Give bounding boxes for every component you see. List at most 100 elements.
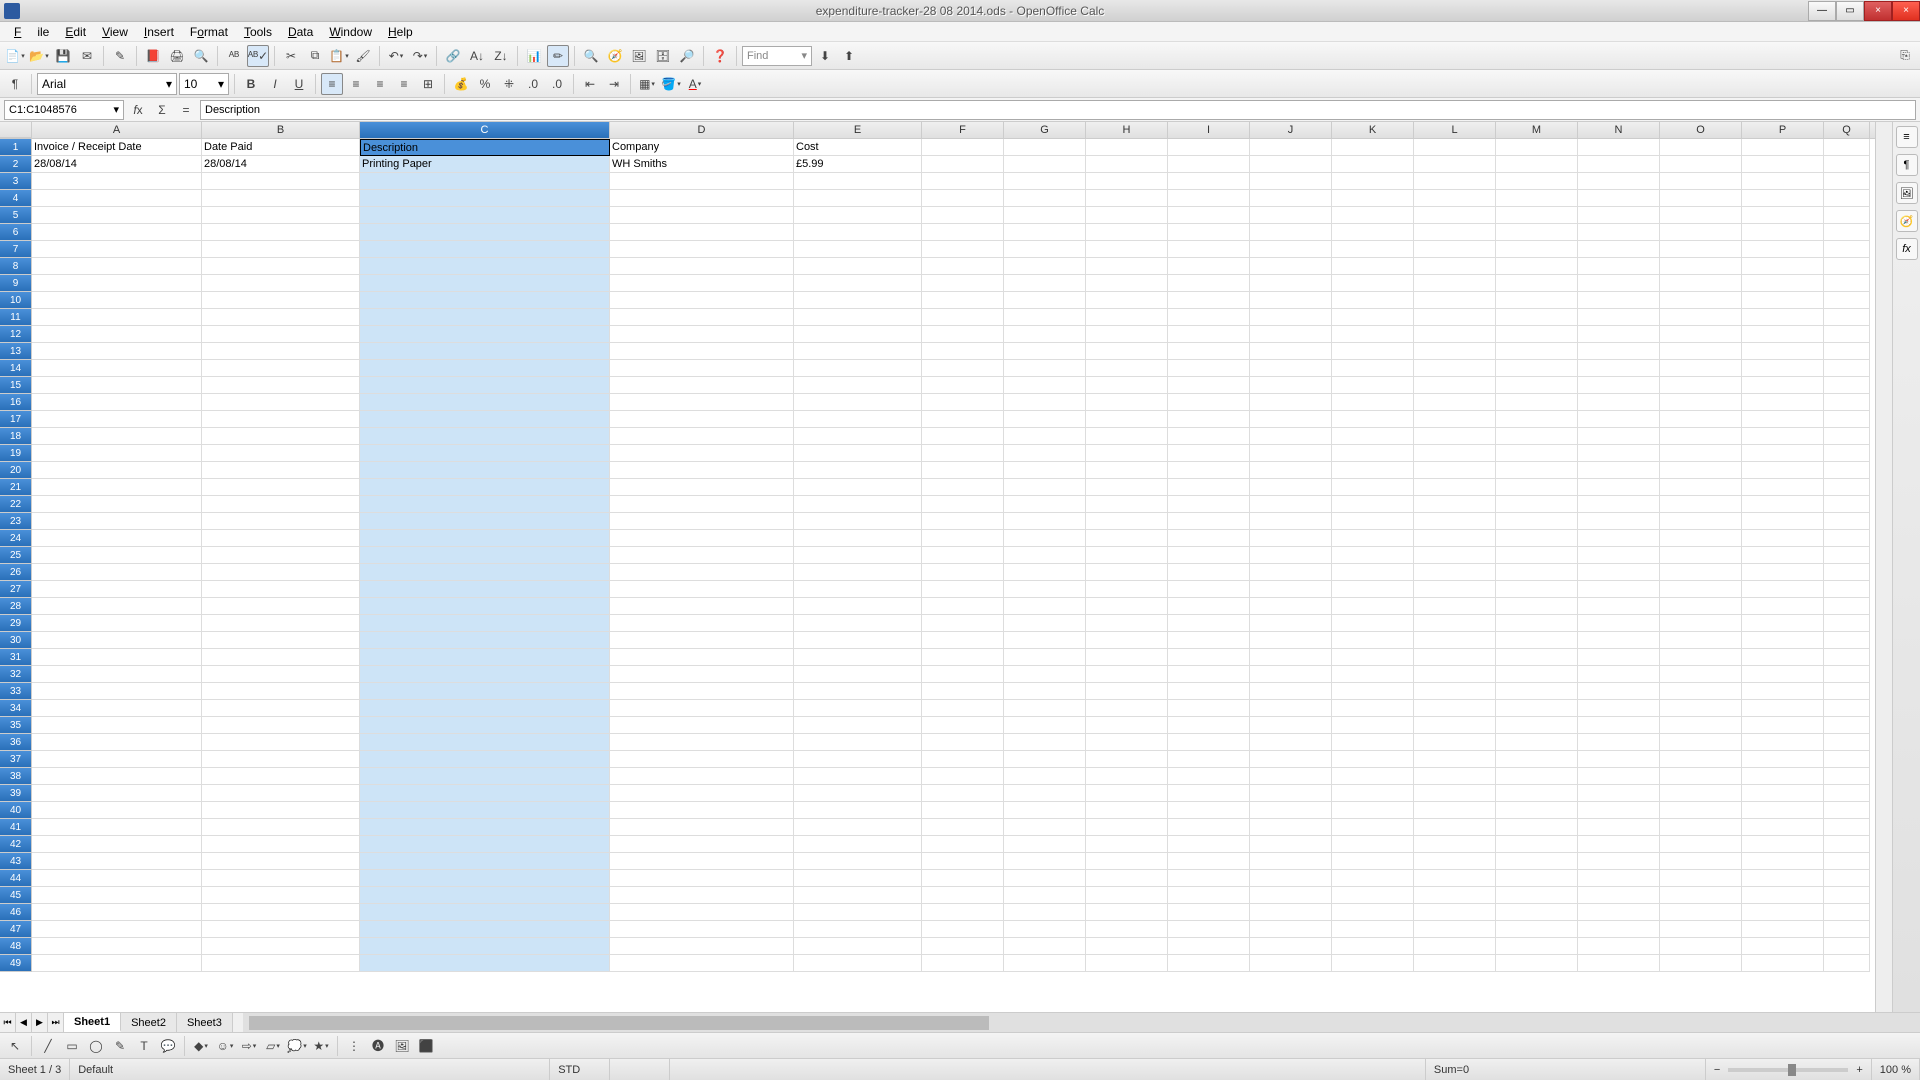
cell[interactable] xyxy=(1414,479,1496,496)
percent-button[interactable]: % xyxy=(474,73,496,95)
cell[interactable] xyxy=(1168,309,1250,326)
cell[interactable] xyxy=(1250,785,1332,802)
cell[interactable] xyxy=(610,717,794,734)
cell[interactable] xyxy=(1824,394,1870,411)
cell[interactable] xyxy=(1824,785,1870,802)
cell[interactable] xyxy=(1414,292,1496,309)
cell[interactable] xyxy=(1496,292,1578,309)
sort-asc-button[interactable]: A↓ xyxy=(466,45,488,67)
cell[interactable] xyxy=(1578,887,1660,904)
cell[interactable] xyxy=(1332,853,1414,870)
cell[interactable] xyxy=(794,241,922,258)
line-tool-icon[interactable]: ╱ xyxy=(37,1035,59,1057)
cell[interactable] xyxy=(1250,581,1332,598)
indent-more-button[interactable]: ⇥ xyxy=(603,73,625,95)
cell[interactable] xyxy=(1742,734,1824,751)
cell[interactable] xyxy=(922,377,1004,394)
row-header[interactable]: 45 xyxy=(0,887,32,904)
sidebar-styles-icon[interactable]: ¶ xyxy=(1896,154,1918,176)
cell[interactable] xyxy=(32,717,202,734)
status-mode[interactable]: STD xyxy=(550,1059,610,1080)
sheet-tab-2[interactable]: Sheet2 xyxy=(121,1013,177,1032)
cell[interactable] xyxy=(1660,411,1742,428)
cell[interactable] xyxy=(1168,921,1250,938)
cell[interactable] xyxy=(1496,853,1578,870)
sort-desc-button[interactable]: Z↓ xyxy=(490,45,512,67)
cell[interactable] xyxy=(1742,564,1824,581)
cell[interactable] xyxy=(360,462,610,479)
cell[interactable] xyxy=(610,598,794,615)
cell[interactable]: 28/08/14 xyxy=(32,156,202,173)
cell[interactable] xyxy=(1496,921,1578,938)
cell[interactable] xyxy=(1578,938,1660,955)
cell[interactable] xyxy=(360,615,610,632)
menu-file[interactable]: File xyxy=(6,23,57,41)
cell[interactable] xyxy=(1250,700,1332,717)
cell[interactable] xyxy=(610,785,794,802)
cell[interactable] xyxy=(1660,275,1742,292)
cell[interactable] xyxy=(1250,275,1332,292)
cell[interactable] xyxy=(32,241,202,258)
cell[interactable] xyxy=(1496,955,1578,972)
cell[interactable]: WH Smiths xyxy=(610,156,794,173)
row-header[interactable]: 35 xyxy=(0,717,32,734)
cell[interactable] xyxy=(32,547,202,564)
format-paint-button[interactable]: 🖌 xyxy=(352,45,374,67)
cell[interactable] xyxy=(1414,156,1496,173)
cell[interactable] xyxy=(1332,377,1414,394)
cell[interactable] xyxy=(360,819,610,836)
row-header[interactable]: 21 xyxy=(0,479,32,496)
cell[interactable] xyxy=(794,768,922,785)
cell[interactable] xyxy=(1496,938,1578,955)
cell[interactable] xyxy=(1824,547,1870,564)
cell[interactable] xyxy=(32,394,202,411)
gallery-button[interactable]: 🖼 xyxy=(628,45,650,67)
cell[interactable] xyxy=(1332,343,1414,360)
cell[interactable] xyxy=(1086,275,1168,292)
cell[interactable] xyxy=(1086,292,1168,309)
cell[interactable] xyxy=(32,326,202,343)
row-header[interactable]: 7 xyxy=(0,241,32,258)
cell[interactable] xyxy=(32,190,202,207)
cell[interactable] xyxy=(1414,428,1496,445)
cell[interactable] xyxy=(1824,836,1870,853)
cell[interactable] xyxy=(32,768,202,785)
cell[interactable] xyxy=(1742,530,1824,547)
cell[interactable] xyxy=(1578,462,1660,479)
cell[interactable] xyxy=(32,428,202,445)
cell[interactable] xyxy=(1004,479,1086,496)
cell[interactable] xyxy=(1578,785,1660,802)
cell[interactable] xyxy=(1660,530,1742,547)
cell[interactable] xyxy=(610,343,794,360)
cell[interactable] xyxy=(794,360,922,377)
cell[interactable] xyxy=(794,326,922,343)
cell[interactable] xyxy=(1414,904,1496,921)
cell[interactable] xyxy=(1168,377,1250,394)
cell[interactable] xyxy=(1250,598,1332,615)
cell[interactable] xyxy=(1168,734,1250,751)
cell[interactable] xyxy=(1496,156,1578,173)
cell[interactable] xyxy=(32,666,202,683)
cell[interactable] xyxy=(1086,836,1168,853)
cell[interactable] xyxy=(1496,785,1578,802)
cell[interactable] xyxy=(360,530,610,547)
cell[interactable] xyxy=(1824,819,1870,836)
select-tool-icon[interactable]: ↖ xyxy=(4,1035,26,1057)
navigator-button[interactable]: 🧭 xyxy=(604,45,626,67)
cell[interactable] xyxy=(1824,326,1870,343)
cell[interactable] xyxy=(1496,581,1578,598)
cell[interactable] xyxy=(202,173,360,190)
cell[interactable] xyxy=(1824,904,1870,921)
cell[interactable] xyxy=(1496,258,1578,275)
cell[interactable] xyxy=(32,411,202,428)
cell[interactable] xyxy=(1004,139,1086,156)
cell[interactable] xyxy=(794,530,922,547)
cell[interactable] xyxy=(794,853,922,870)
cell[interactable] xyxy=(1004,224,1086,241)
sidebar-gallery-icon[interactable]: 🖼 xyxy=(1896,182,1918,204)
cell[interactable] xyxy=(1004,581,1086,598)
cell[interactable] xyxy=(1578,190,1660,207)
cell[interactable] xyxy=(1168,598,1250,615)
cell[interactable] xyxy=(922,445,1004,462)
cell[interactable] xyxy=(1824,751,1870,768)
